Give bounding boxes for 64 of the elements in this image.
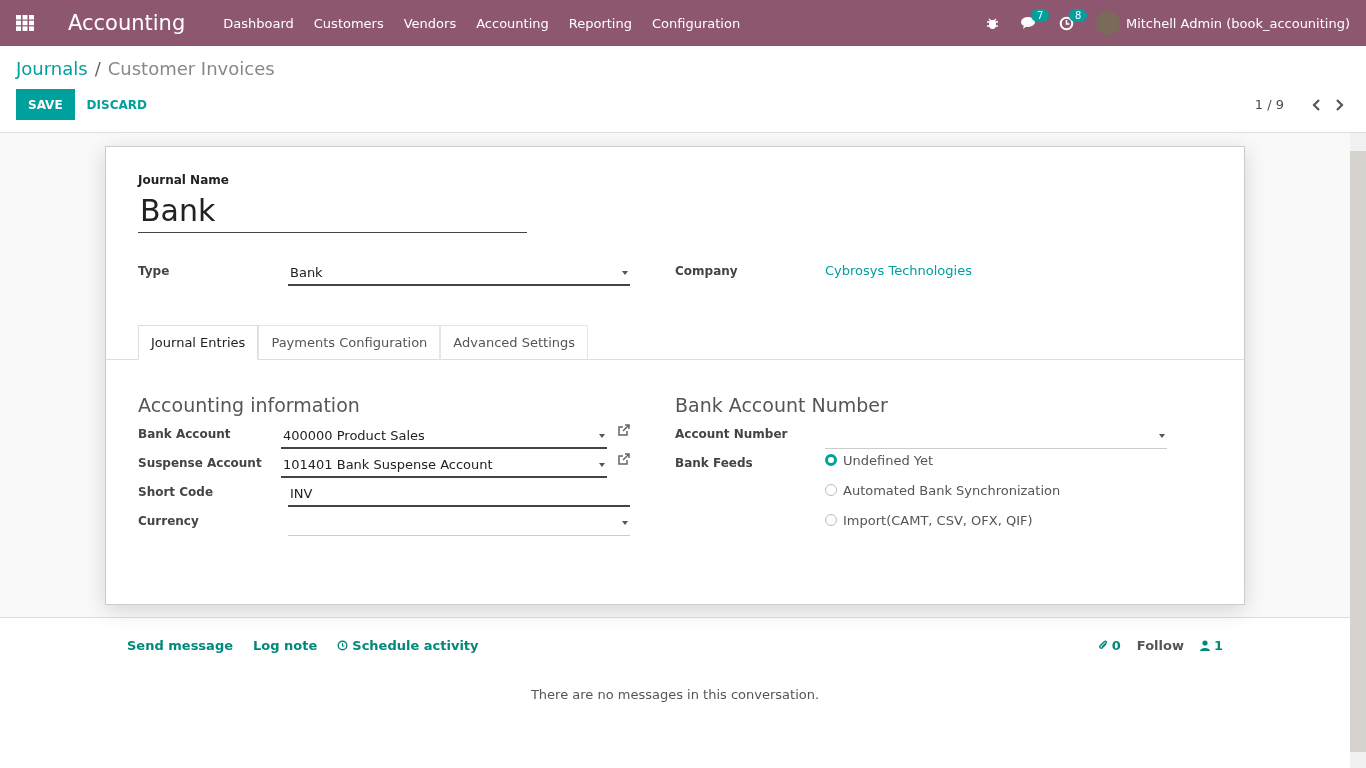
section-title: Accounting information: [138, 394, 361, 416]
field-label: Journal Name: [138, 173, 230, 187]
user-name[interactable]: Mitchell Admin (book_accouniting): [1125, 15, 1350, 31]
menu-item[interactable]: Dashboard: [223, 15, 294, 31]
person-icon: [1199, 640, 1210, 651]
external-link-icon[interactable]: [617, 424, 630, 437]
radio-label[interactable]: Undefined Yet: [843, 452, 934, 468]
clock-icon: [337, 640, 349, 651]
tab[interactable]: Advanced Settings: [440, 325, 589, 360]
caret-icon: [622, 521, 628, 525]
caret-icon: [599, 462, 605, 467]
save-button[interactable]: SAVE: [16, 89, 75, 120]
field-label: Suspense Account: [138, 456, 262, 470]
external-link-icon[interactable]: [617, 453, 630, 466]
company-link[interactable]: Cybrosys Technologies: [825, 261, 972, 278]
journal-name-field[interactable]: Bank: [138, 187, 527, 233]
field-label: Bank Account: [138, 427, 231, 441]
radio-button[interactable]: [825, 484, 837, 496]
caret-icon: [599, 433, 605, 438]
app-title[interactable]: Accounting: [68, 11, 186, 35]
section-title: Bank Account Number: [675, 394, 889, 416]
bug-icon[interactable]: [985, 16, 999, 30]
app-grid-icon[interactable]: [16, 15, 34, 31]
breadcrumb-current: Customer Invoices: [107, 58, 275, 79]
select-field[interactable]: Bank: [288, 261, 630, 286]
tab[interactable]: Payments Configuration: [258, 325, 441, 360]
field-label: Short Code: [138, 485, 214, 499]
field-label: Currency: [138, 514, 199, 528]
followers-button[interactable]: 1: [1199, 638, 1223, 653]
menu-item[interactable]: Accounting: [476, 15, 549, 31]
pager-counter[interactable]: 1 / 9: [1254, 97, 1284, 112]
input-field[interactable]: INV: [288, 482, 630, 507]
menu-item[interactable]: Customers: [313, 15, 384, 31]
attachments-button[interactable]: 0: [1097, 638, 1121, 653]
paperclip-icon: [1097, 640, 1108, 651]
message-count-badge: 7: [1030, 9, 1050, 22]
menu-item[interactable]: Configuration: [651, 15, 741, 31]
breadcrumb-link[interactable]: Journals: [16, 58, 88, 79]
breadcrumb-separator: /: [94, 58, 101, 79]
field-label: Type: [138, 264, 170, 278]
chat-icon[interactable]: [1020, 16, 1037, 30]
field-label: Account Number: [675, 427, 788, 441]
select-field[interactable]: 400000 Product Sales: [280, 424, 607, 449]
activity-count-badge: 8: [1068, 8, 1088, 22]
caret-icon: [1159, 434, 1165, 438]
tab[interactable]: Journal Entries: [138, 325, 259, 360]
radio-button[interactable]: [825, 514, 837, 526]
select-field[interactable]: 101401 Bank Suspense Account: [280, 453, 607, 478]
scrollbar[interactable]: [1350, 133, 1366, 768]
menu-item[interactable]: Vendors: [403, 15, 457, 31]
field-label: Company: [675, 264, 738, 278]
radio-label[interactable]: Import(CAMT, CSV, OFX, QIF): [843, 512, 1033, 528]
field-label: Bank Feeds: [675, 456, 753, 470]
menu-item[interactable]: Reporting: [568, 15, 632, 31]
empty-message: There are no messages in this conversation.: [529, 687, 821, 702]
chatter-action-link[interactable]: Log note: [253, 638, 318, 653]
follow-button[interactable]: Follow: [1136, 638, 1184, 653]
caret-icon: [622, 270, 628, 275]
chatter-action-link[interactable]: Send message: [127, 638, 233, 653]
schedule-activity-link[interactable]: Schedule activity: [337, 638, 479, 653]
radio-button[interactable]: [825, 454, 837, 466]
radio-label[interactable]: Automated Bank Synchronization: [843, 482, 1061, 498]
discard-button[interactable]: DISCARD: [74, 89, 159, 120]
clock-icon[interactable]: [1058, 15, 1074, 31]
